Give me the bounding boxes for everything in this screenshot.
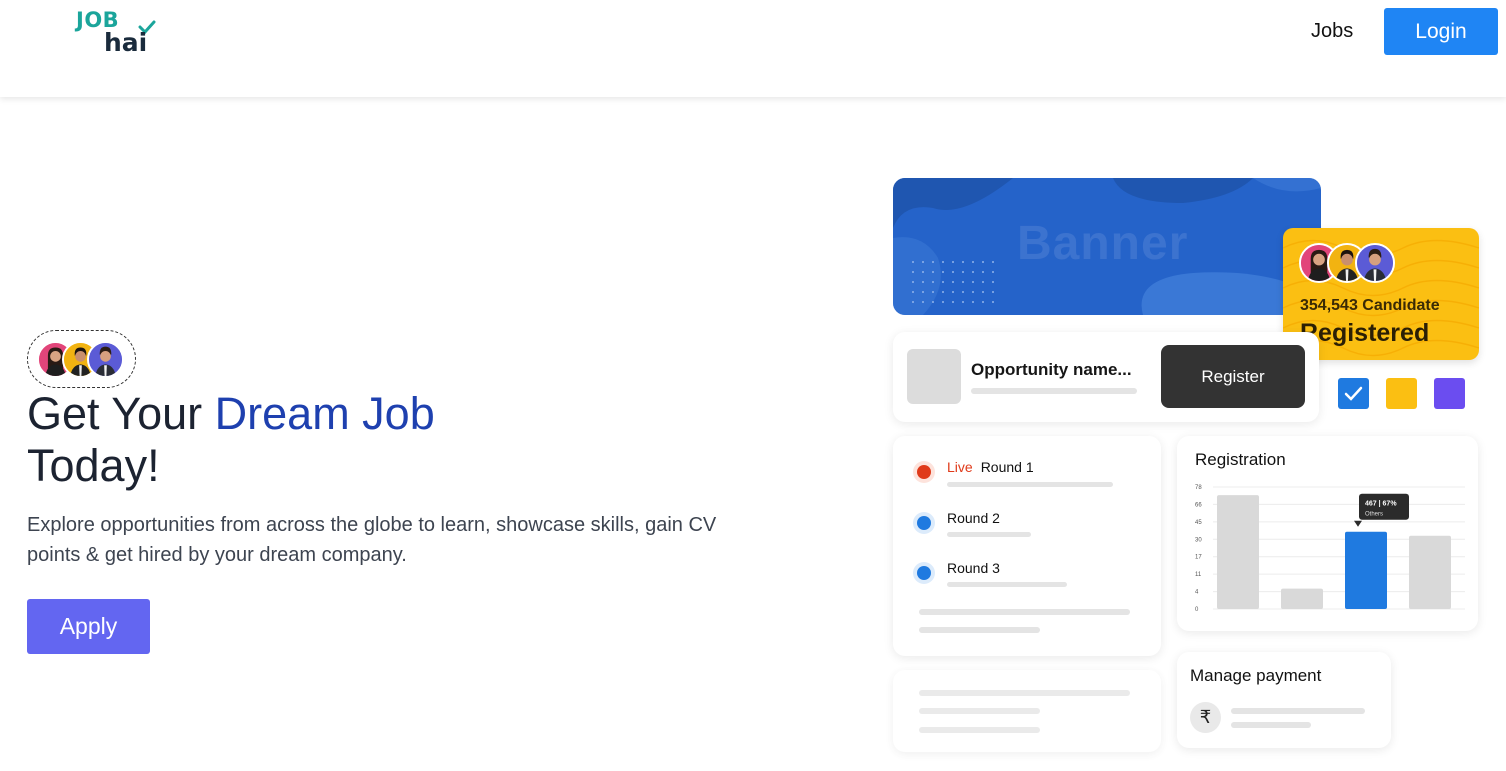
avatar (87, 341, 124, 378)
purple-square (1434, 378, 1465, 409)
y-tick-label: 45 (1195, 520, 1202, 526)
round-dot-icon (917, 516, 931, 530)
placeholder-line (919, 627, 1040, 633)
tooltip-arrow (1354, 520, 1362, 527)
hero-description: Explore opportunities from across the gl… (27, 514, 717, 566)
placeholder-line (919, 708, 1040, 714)
jobhai-logo[interactable]: JOB hai (76, 6, 166, 60)
nav-jobs-link[interactable]: Jobs (1311, 20, 1353, 43)
placeholder-line (971, 388, 1137, 394)
manage-payment-card: Manage payment ₹ (1177, 652, 1391, 748)
live-label: Live (947, 459, 973, 475)
tooltip-value: 467 | 67% (1365, 501, 1397, 508)
opportunity-thumbnail (907, 349, 961, 404)
rupee-icon: ₹ (1190, 702, 1221, 733)
hero-title-part2: Today! (27, 440, 160, 491)
placeholder-line (919, 609, 1130, 615)
banner-text: Banner (1017, 217, 1189, 270)
chart-bar (1217, 495, 1259, 609)
tooltip-label: Others (1365, 512, 1383, 518)
round-label: Round 2 (947, 510, 1000, 526)
live-dot-icon (917, 465, 931, 479)
chart-bar (1281, 588, 1323, 609)
placeholder-line (947, 482, 1113, 487)
registration-chart-card: Registration 78 66 45 30 17 11 4 0 467 | 67% Othe… (1177, 436, 1478, 631)
payment-title: Manage payment (1190, 666, 1322, 685)
y-tick-label: 78 (1195, 485, 1202, 491)
placeholder-line (947, 532, 1031, 537)
top-header: JOB hai Jobs Login (0, 0, 1506, 97)
y-tick-label: 17 (1195, 555, 1202, 561)
placeholder-line (1231, 708, 1365, 714)
logo-text-hai: hai (104, 28, 148, 57)
placeholder-line (919, 690, 1130, 696)
y-tick-label: 30 (1195, 537, 1202, 543)
checkbox-square[interactable] (1338, 378, 1369, 409)
chart-bar (1345, 531, 1387, 609)
round-label: Round 3 (947, 560, 1000, 576)
y-tick-label: 4 (1195, 590, 1199, 596)
placeholder-line (1231, 722, 1311, 728)
placeholder-line (919, 727, 1040, 733)
round-label: Round 1 (980, 459, 1034, 475)
opportunity-card: Opportunity name... Register (893, 332, 1319, 422)
y-tick-label: 0 (1195, 607, 1199, 613)
register-button[interactable]: Register (1161, 345, 1305, 408)
checkmark-icon (1344, 386, 1363, 401)
round-item: Live Round 1 (947, 459, 1034, 475)
registration-chart: 78 66 45 30 17 11 4 0 467 | 67% Others (1195, 485, 1465, 613)
avatar (1355, 243, 1395, 283)
opportunity-name: Opportunity name... (971, 360, 1132, 379)
yellow-square (1386, 378, 1417, 409)
candidate-count: 354,543 Candidate (1300, 297, 1440, 314)
avatar-group (27, 330, 136, 388)
apply-button[interactable]: Apply (27, 599, 150, 654)
y-tick-label: 11 (1195, 572, 1202, 578)
placeholder-line (947, 582, 1067, 587)
registered-label: Registered (1300, 319, 1430, 347)
y-tick-label: 66 (1195, 502, 1202, 508)
hero-title: Get Your Dream Job Today! (27, 388, 627, 492)
hero-title-part1: Get Your (27, 388, 215, 439)
hero-title-accent: Dream Job (214, 388, 435, 439)
login-button[interactable]: Login (1384, 8, 1498, 55)
round-dot-icon (917, 566, 931, 580)
banner-illustration: Banner (893, 178, 1321, 315)
chart-bar (1409, 535, 1451, 609)
rounds-card: Live Round 1 Round 2 Round 3 (893, 436, 1161, 656)
placeholder-card (893, 670, 1161, 752)
